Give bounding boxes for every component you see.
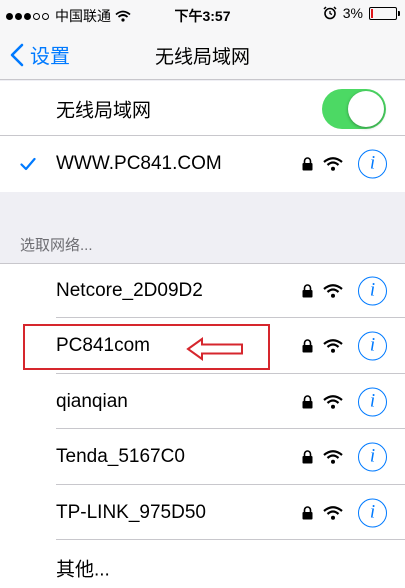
- info-button[interactable]: i: [358, 442, 387, 472]
- network-name: qianqian: [56, 390, 128, 412]
- wifi-toggle-row: 无线局域网: [0, 81, 405, 136]
- section-header: 选取网络...: [20, 237, 93, 254]
- arrow-annotation-icon: [186, 337, 243, 361]
- lock-icon: [302, 283, 313, 297]
- wifi-icon: [323, 505, 343, 520]
- network-row-tplink[interactable]: TP-LINK_975D50 i: [0, 485, 405, 540]
- navigation-bar: 设置 无线局域网: [0, 28, 405, 80]
- network-name: Netcore_2D09D2: [56, 279, 203, 301]
- alarm-icon: [323, 6, 337, 20]
- wifi-toggle-switch[interactable]: [322, 88, 386, 129]
- wifi-icon: [323, 157, 343, 171]
- battery-icon: [369, 6, 400, 20]
- info-button[interactable]: i: [358, 498, 387, 527]
- wifi-toggle-label: 无线局域网: [56, 100, 152, 121]
- info-button[interactable]: i: [358, 276, 387, 305]
- info-button[interactable]: i: [358, 387, 387, 416]
- checkmark-icon: [20, 157, 36, 171]
- info-button[interactable]: i: [358, 149, 387, 179]
- network-name: TP-LINK_975D50: [56, 501, 206, 523]
- lock-icon: [302, 394, 313, 408]
- connected-network-row[interactable]: WWW.PC841.COM i: [0, 136, 405, 192]
- status-right: 3%: [323, 5, 400, 21]
- lock-icon: [302, 339, 313, 353]
- lock-icon: [302, 157, 313, 171]
- wifi-icon: [323, 450, 343, 464]
- lock-icon: [302, 505, 313, 519]
- page-title: 无线局域网: [154, 47, 250, 68]
- connected-network-name: WWW.PC841.COM: [56, 153, 222, 174]
- other-network-row[interactable]: 其他...: [0, 540, 405, 588]
- network-row-qianqian[interactable]: qianqian i: [0, 374, 405, 429]
- wifi-icon: [323, 283, 343, 298]
- lock-icon: [302, 450, 313, 464]
- other-network-label: 其他...: [56, 559, 110, 581]
- wifi-icon: [323, 394, 343, 409]
- battery-percent: 3%: [342, 5, 363, 21]
- network-name: Tenda_5167C0: [56, 446, 185, 467]
- status-bar: 中国联通 下午3:57 3%: [0, 0, 405, 28]
- wifi-icon: [323, 339, 343, 353]
- network-row-netcore[interactable]: Netcore_2D09D2 i: [0, 263, 405, 318]
- info-button[interactable]: i: [358, 331, 387, 361]
- network-row-tenda[interactable]: Tenda_5167C0 i: [0, 429, 405, 485]
